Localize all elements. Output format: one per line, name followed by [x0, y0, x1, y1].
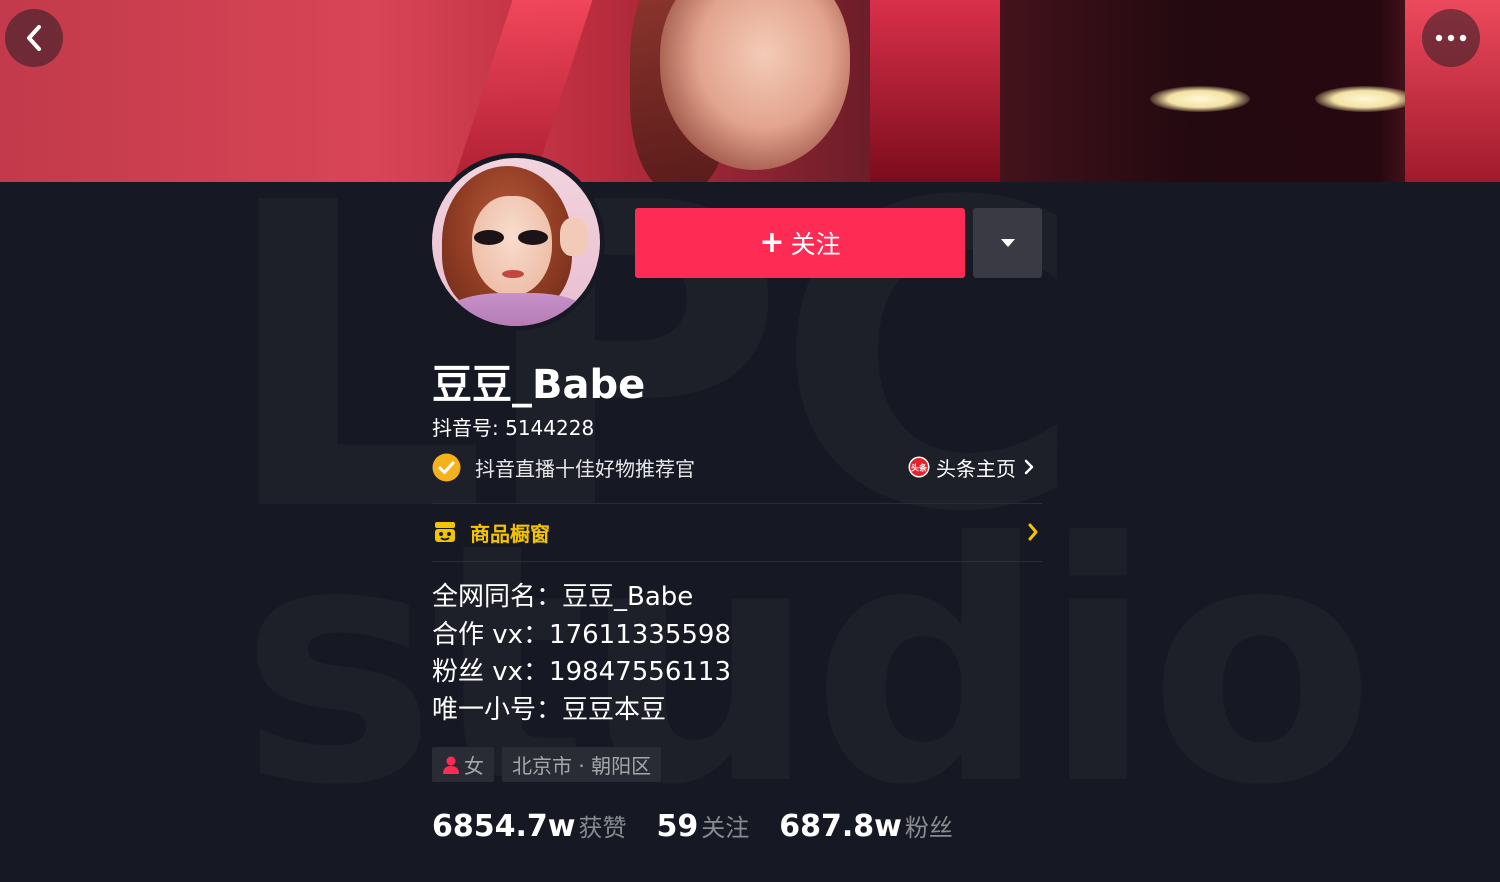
following-stat[interactable]: 59 关注 — [656, 808, 749, 844]
profile-banner — [0, 0, 1500, 182]
bio-line: 唯一小号：豆豆本豆 — [432, 694, 667, 725]
chevron-left-icon — [27, 25, 41, 51]
verification-text: 抖音直播十佳好物推荐官 — [475, 456, 695, 481]
followers-label: 粉丝 — [904, 814, 953, 842]
shop-icon — [435, 522, 455, 542]
bio-line: 合作 vx：17611335598 — [432, 619, 732, 650]
likes-stat: 6854.7w 获赞 — [432, 808, 626, 844]
back-button[interactable] — [5, 9, 63, 67]
more-button[interactable] — [1422, 9, 1480, 67]
toutiao-badge-text: 头条 — [911, 463, 928, 473]
gender-label: 女 — [464, 754, 484, 778]
divider — [432, 561, 1042, 562]
ellipsis-icon — [1435, 34, 1467, 42]
profile-tags: 女 北京市 · 朝阳区 — [432, 747, 662, 782]
followers-stat[interactable]: 687.8w 粉丝 — [779, 808, 953, 844]
avatar-image — [432, 158, 600, 326]
plus-icon: + — [759, 225, 785, 260]
verified-badge-icon — [432, 453, 461, 481]
verification-row: 抖音直播十佳好物推荐官 — [432, 452, 695, 482]
toutiao-home-label: 头条主页 — [936, 456, 1016, 481]
recommend-dropdown-button[interactable] — [973, 208, 1042, 278]
chevron-right-icon — [1024, 459, 1034, 475]
bio-line: 全网同名：豆豆_Babe — [432, 582, 694, 612]
douyin-id: 抖音号: 5144228 — [432, 416, 595, 440]
gender-tag: 女 — [432, 747, 494, 782]
bio: 全网同名：豆豆_Babe 合作 vx：17611335598 粉丝 vx：198… — [432, 579, 731, 729]
female-user-icon — [443, 756, 459, 774]
likes-count: 6854.7w — [432, 809, 576, 844]
following-label: 关注 — [701, 814, 750, 842]
location-label: 北京市 · 朝阳区 — [512, 754, 652, 778]
toutiao-home-link[interactable]: 头条 头条主页 — [908, 452, 1036, 482]
bio-line: 粉丝 vx：19847556113 — [432, 657, 732, 687]
likes-label: 获赞 — [578, 814, 627, 842]
location-tag: 北京市 · 朝阳区 — [502, 747, 662, 782]
profile-stats: 6854.7w 获赞 59 关注 687.8w 粉丝 — [432, 808, 983, 844]
follow-button[interactable]: + 关注 — [635, 208, 965, 278]
profile-page: LPC studio + 关注 豆豆_Babe 抖音号: 5144228 抖音直… — [0, 0, 1500, 882]
avatar[interactable] — [427, 153, 605, 331]
follow-button-label: 关注 — [790, 230, 841, 259]
toutiao-logo-icon: 头条 — [908, 456, 930, 478]
following-count: 59 — [656, 809, 699, 844]
caret-down-icon — [1000, 239, 1015, 247]
product-showcase-label: 商品橱窗 — [470, 521, 550, 546]
followers-count: 687.8w — [779, 809, 902, 844]
profile-name: 豆豆_Babe — [432, 362, 646, 408]
chevron-right-icon — [1028, 523, 1038, 541]
product-showcase-row[interactable]: 商品橱窗 — [432, 503, 1042, 561]
